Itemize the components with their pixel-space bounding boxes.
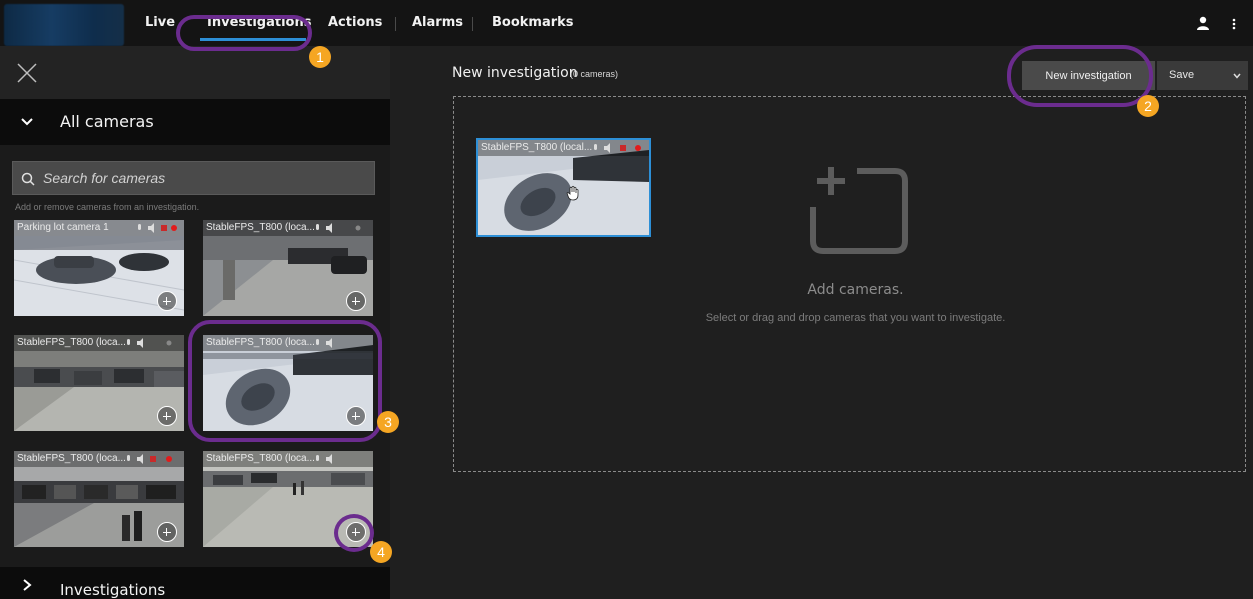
investigation-workspace: New investigation (0 cameras) New invest… [390,46,1253,599]
camera-list-hint: Add or remove cameras from an investigat… [15,202,200,212]
investigations-section-header[interactable]: Investigations [0,567,390,599]
camera-title: StableFPS_T800 (loca... [206,453,315,464]
investigation-title: New investigation [452,65,578,81]
step-badge: 4 [370,541,392,563]
camera-tile[interactable]: StableFPS_T800 (loca... [203,220,373,316]
step-badge: 3 [377,411,399,433]
chevron-down-icon [21,118,33,126]
camera-status-icons [594,143,641,153]
brand-logo [4,4,124,46]
step-badge: 1 [309,46,331,68]
search-icon [21,172,35,186]
drag-hand-cursor-icon [566,185,579,201]
close-icon[interactable] [16,62,38,84]
empty-state-title: Add cameras. [807,282,904,298]
add-camera-icon [810,167,908,254]
camera-status-icons [138,223,177,233]
user-icon[interactable] [1196,16,1210,30]
camera-title: StableFPS_T800 (loca... [206,222,315,233]
added-camera-tile[interactable]: StableFPS_T800 (local... [476,138,651,237]
investigations-label: Investigations [60,581,166,599]
camera-status-icons [316,223,361,233]
chevron-right-icon [23,579,32,591]
search-box[interactable] [12,161,375,195]
camera-tile[interactable]: Parking lot camera 1 [14,220,184,316]
tab-actions[interactable]: Actions [328,0,382,46]
save-label: Save [1169,69,1195,81]
app-window: Live Investigations Actions Alarms Bookm… [0,0,1253,599]
all-cameras-section-header[interactable]: All cameras [0,99,390,145]
nav-divider [395,17,396,31]
tab-bookmarks[interactable]: Bookmarks [492,0,574,46]
nav-divider [472,17,473,31]
empty-state-subtitle: Select or drag and drop cameras that you… [705,312,1006,324]
camera-title: Parking lot camera 1 [17,222,109,233]
camera-title: StableFPS_T800 (loca... [17,337,126,348]
camera-title: StableFPS_T800 (local... [481,142,593,153]
camera-status-icons [127,338,172,348]
camera-tile[interactable]: StableFPS_T800 (loca... [14,451,184,547]
add-camera-button[interactable] [157,522,177,542]
all-cameras-label: All cameras [60,112,154,131]
highlight-ring [334,514,374,552]
chevron-down-icon[interactable] [1233,73,1241,79]
more-options-icon[interactable] [1231,17,1237,31]
highlight-ring [1007,45,1153,107]
highlight-ring [176,15,312,51]
camera-status-icons [316,454,332,464]
add-camera-button[interactable] [157,291,177,311]
camera-title: StableFPS_T800 (loca... [17,453,126,464]
camera-status-icons [127,454,172,464]
add-camera-button[interactable] [157,406,177,426]
tab-live[interactable]: Live [145,0,175,46]
save-button[interactable]: Save [1157,61,1248,90]
step-badge: 2 [1137,95,1159,117]
search-input[interactable] [43,162,363,194]
add-camera-button[interactable] [346,291,366,311]
camera-count: (0 cameras) [570,69,619,79]
tab-alarms[interactable]: Alarms [412,0,463,46]
highlight-ring [188,320,382,442]
camera-tile[interactable]: StableFPS_T800 (loca... [14,335,184,431]
